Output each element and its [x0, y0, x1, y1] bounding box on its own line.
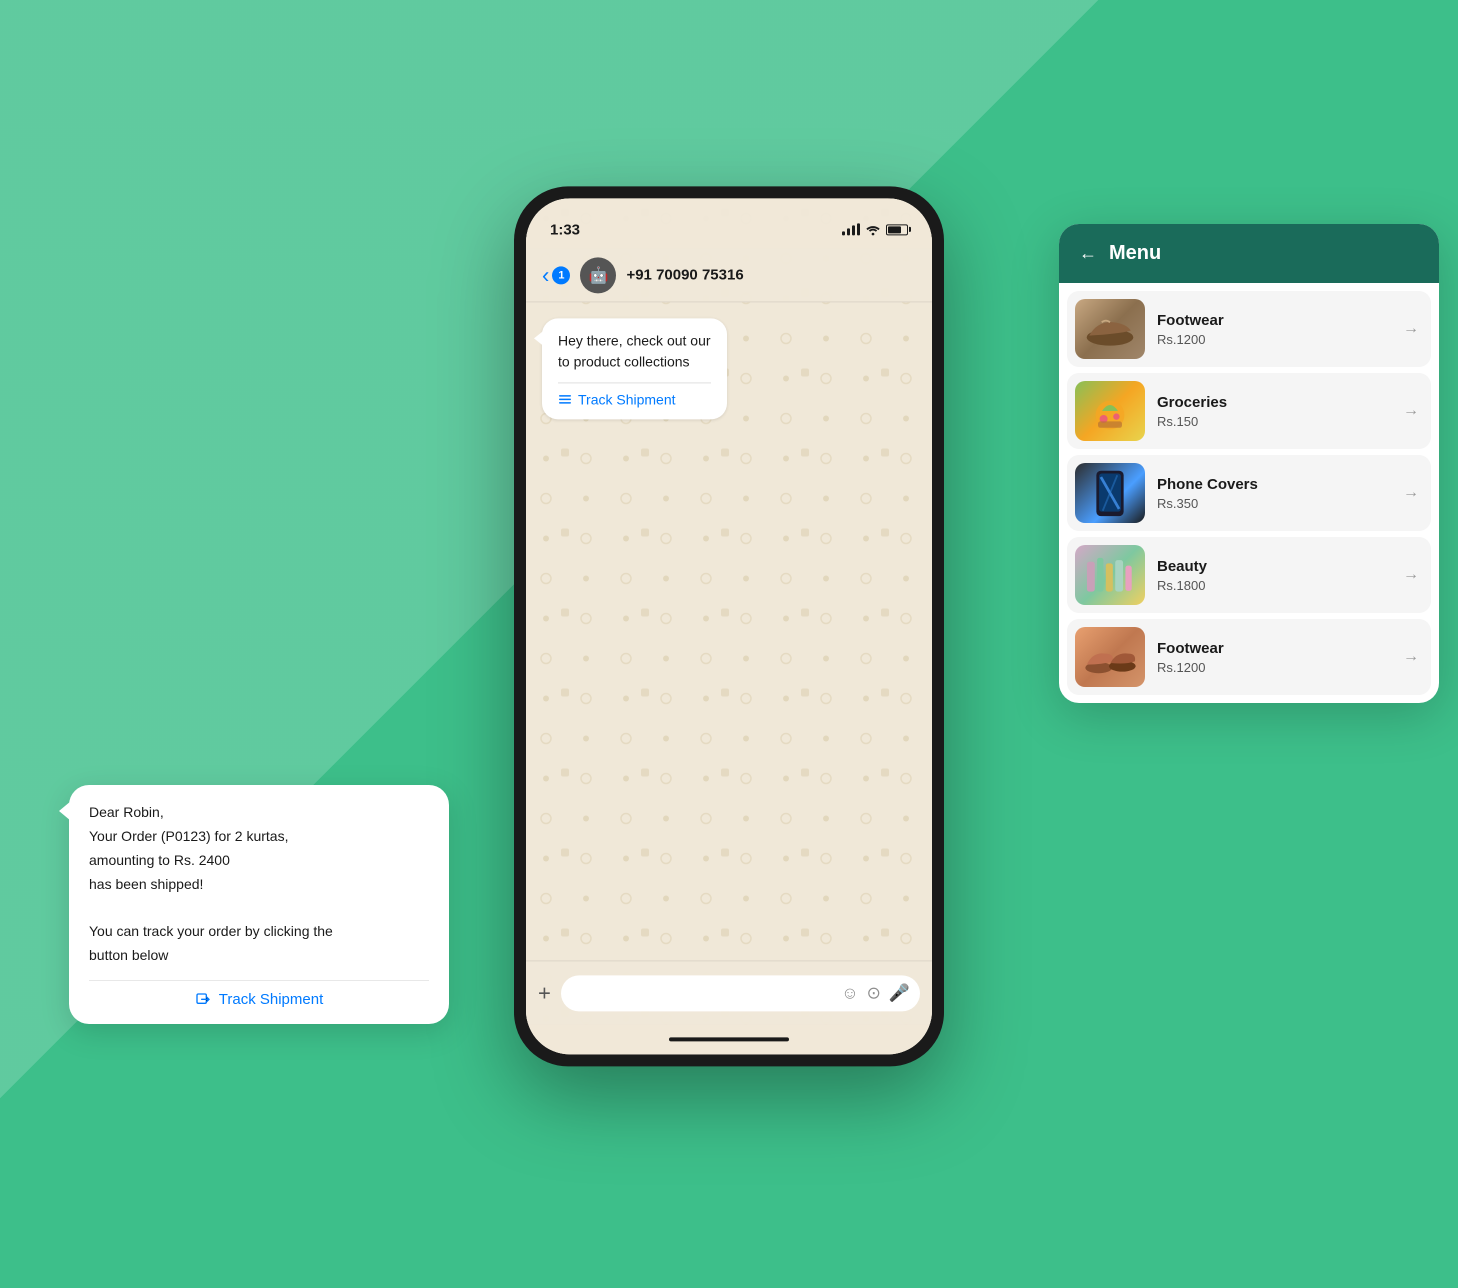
shoe-image: [1085, 309, 1135, 349]
list-icon: [558, 392, 572, 406]
chat-messages: Hey there, check out ourto product colle…: [526, 302, 932, 960]
menu-title: Menu: [1109, 242, 1161, 265]
track-shipment-button-2[interactable]: Track Shipment: [89, 980, 429, 1008]
menu-item-image-footwear2: [1075, 627, 1145, 687]
menu-item-info-footwear2: Footwear Rs.1200: [1157, 640, 1391, 675]
menu-card: ← Menu Footwear Rs.1200 →: [1059, 224, 1439, 703]
message-bubble-1: Hey there, check out ourto product colle…: [542, 318, 727, 419]
mic-icon[interactable]: 🎤: [889, 983, 910, 1003]
track-shipment-label-1: Track Shipment: [578, 391, 676, 407]
message-text-1: Hey there, check out ourto product colle…: [558, 330, 711, 372]
status-bar: 1:33: [526, 198, 932, 248]
phone-frame: 1:33 ‹: [514, 186, 944, 1066]
shoes-image: [1083, 635, 1138, 680]
signal-icon: [842, 223, 860, 235]
camera-icon[interactable]: ⊙: [867, 983, 881, 1003]
contact-name: +91 70090 75316: [626, 266, 743, 283]
menu-item-name-footwear2: Footwear: [1157, 640, 1391, 657]
menu-item-groceries[interactable]: Groceries Rs.150 →: [1067, 373, 1431, 449]
menu-item-footwear1[interactable]: Footwear Rs.1200 →: [1067, 291, 1431, 367]
menu-item-info-footwear1: Footwear Rs.1200: [1157, 312, 1391, 347]
arrow-icon-beauty: →: [1403, 566, 1419, 584]
track-shipment-button-1[interactable]: Track Shipment: [558, 382, 711, 407]
menu-item-name-phonecovers: Phone Covers: [1157, 476, 1391, 493]
menu-item-price-beauty: Rs.1800: [1157, 578, 1391, 593]
phone-cover-image: [1090, 468, 1130, 518]
menu-item-price-footwear2: Rs.1200: [1157, 660, 1391, 675]
external-link-icon: [195, 992, 211, 1008]
menu-item-price-footwear1: Rs.1200: [1157, 332, 1391, 347]
menu-item-price-phonecovers: Rs.350: [1157, 496, 1391, 511]
menu-item-beauty[interactable]: Beauty Rs.1800 →: [1067, 537, 1431, 613]
back-button[interactable]: ‹ 1: [542, 262, 570, 288]
menu-item-info-beauty: Beauty Rs.1800: [1157, 558, 1391, 593]
menu-item-footwear2[interactable]: Footwear Rs.1200 →: [1067, 619, 1431, 695]
message-bubble-2: Dear Robin, Your Order (P0123) for 2 kur…: [69, 785, 449, 1024]
arrow-icon-footwear2: →: [1403, 648, 1419, 666]
status-time: 1:33: [550, 221, 580, 238]
menu-item-image-groceries: [1075, 381, 1145, 441]
back-chevron-icon: ‹: [542, 262, 549, 288]
sticker-icon[interactable]: ☺: [841, 983, 858, 1003]
menu-item-name-footwear1: Footwear: [1157, 312, 1391, 329]
arrow-icon-footwear1: →: [1403, 320, 1419, 338]
phone-screen: 1:33 ‹: [526, 198, 932, 1054]
message-text-2: Dear Robin, Your Order (P0123) for 2 kur…: [89, 801, 429, 968]
arrow-icon-groceries: →: [1403, 402, 1419, 420]
arrow-icon-phonecovers: →: [1403, 484, 1419, 502]
contact-avatar: 🤖: [580, 257, 616, 293]
scene: 1:33 ‹: [279, 144, 1179, 1144]
menu-item-name-beauty: Beauty: [1157, 558, 1391, 575]
menu-item-name-groceries: Groceries: [1157, 394, 1391, 411]
menu-item-info-groceries: Groceries Rs.150: [1157, 394, 1391, 429]
status-icons: [842, 223, 908, 235]
wifi-icon: [865, 223, 881, 235]
bot-icon: 🤖: [588, 265, 608, 285]
menu-item-image-beauty: [1075, 545, 1145, 605]
chat-header: ‹ 1 🤖 +91 70090 75316: [526, 248, 932, 302]
groceries-image: [1085, 391, 1135, 431]
track-shipment-label-2: Track Shipment: [219, 991, 323, 1008]
menu-item-phonecovers[interactable]: Phone Covers Rs.350 →: [1067, 455, 1431, 531]
message-input-field[interactable]: ☺ ⊙ 🎤: [561, 975, 920, 1011]
home-indicator: [526, 1024, 932, 1054]
beauty-image: [1083, 553, 1138, 598]
menu-item-image-phonecovers: [1075, 463, 1145, 523]
battery-icon: [886, 224, 908, 235]
unread-badge: 1: [552, 266, 570, 284]
menu-item-image-footwear1: [1075, 299, 1145, 359]
menu-item-price-groceries: Rs.150: [1157, 414, 1391, 429]
menu-item-info-phonecovers: Phone Covers Rs.350: [1157, 476, 1391, 511]
home-bar: [669, 1037, 789, 1041]
plus-icon[interactable]: +: [538, 980, 551, 1006]
menu-back-icon[interactable]: ←: [1079, 243, 1097, 264]
chat-input-bar: + ☺ ⊙ 🎤: [526, 960, 932, 1024]
menu-items-list: Footwear Rs.1200 → Grocerie: [1059, 283, 1439, 703]
menu-header: ← Menu: [1059, 224, 1439, 283]
